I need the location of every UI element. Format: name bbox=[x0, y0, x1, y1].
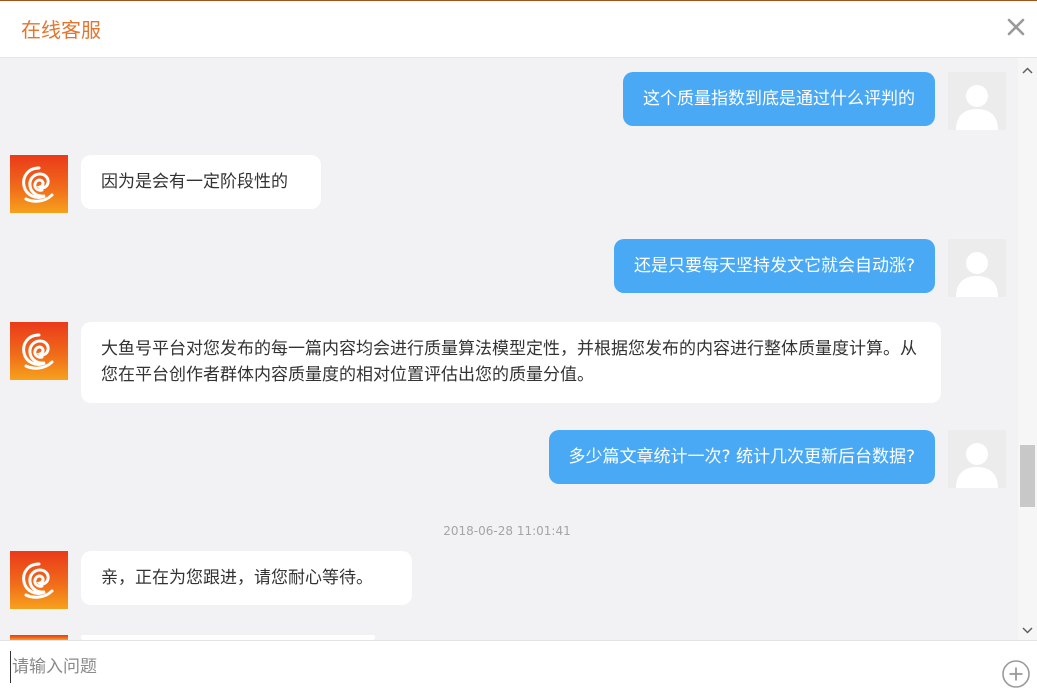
scroll-thumb[interactable] bbox=[1020, 445, 1035, 507]
user-avatar bbox=[948, 72, 1006, 130]
agent-avatar bbox=[10, 322, 68, 380]
user-avatar bbox=[948, 430, 1006, 488]
default-user-avatar-icon bbox=[956, 443, 998, 488]
input-bar bbox=[0, 640, 1037, 693]
message-text: 还是只要每天坚持发文它就会自动涨? bbox=[633, 256, 915, 276]
agent-avatar bbox=[10, 155, 68, 213]
chat-header: 在线客服 bbox=[0, 1, 1037, 58]
plus-circle-icon[interactable] bbox=[1001, 659, 1031, 689]
fish-logo-icon bbox=[22, 166, 54, 203]
message-timestamp: 2018-06-28 11:01:41 bbox=[443, 524, 571, 538]
default-user-avatar-icon bbox=[956, 252, 998, 297]
message-list[interactable]: 这个质量指数到底是通过什么评判的 因为是会有一定阶段性的 还是只要每天坚持发文它… bbox=[0, 58, 1037, 640]
user-message-bubble: 多少篇文章统计一次? 统计几次更新后台数据? bbox=[548, 430, 935, 484]
message-text: 亲，正在为您跟进，请您耐心等待。 bbox=[101, 568, 373, 588]
scroll-down-icon[interactable] bbox=[1018, 622, 1037, 636]
fish-logo-icon bbox=[22, 562, 54, 599]
question-input[interactable] bbox=[10, 651, 974, 683]
agent-message-bubble: 亲，正在为您跟进，请您耐心等待。 bbox=[81, 551, 412, 605]
agent-message-bubble: 因为是会有一定阶段性的 bbox=[81, 155, 321, 209]
message-scrollbar[interactable] bbox=[1018, 58, 1037, 640]
user-message-bubble: 还是只要每天坚持发文它就会自动涨? bbox=[613, 239, 935, 293]
message-text: 大鱼号平台对您发布的每一篇内容均会进行质量算法模型定性，并根据您发布的内容进行整… bbox=[101, 339, 917, 385]
fish-logo-icon bbox=[22, 333, 54, 370]
user-message-bubble: 这个质量指数到底是通过什么评判的 bbox=[623, 72, 935, 126]
scroll-up-icon[interactable] bbox=[1018, 63, 1037, 77]
chat-title: 在线客服 bbox=[21, 18, 101, 42]
close-icon[interactable] bbox=[1005, 16, 1027, 38]
default-user-avatar-icon bbox=[956, 85, 998, 130]
agent-avatar bbox=[10, 551, 68, 609]
message-text: 这个质量指数到底是通过什么评判的 bbox=[643, 89, 915, 109]
agent-message-bubble: 大鱼号平台对您发布的每一篇内容均会进行质量算法模型定性，并根据您发布的内容进行整… bbox=[81, 322, 941, 403]
message-text: 多少篇文章统计一次? 统计几次更新后台数据? bbox=[568, 447, 915, 467]
user-avatar bbox=[948, 239, 1006, 297]
message-text: 因为是会有一定阶段性的 bbox=[101, 172, 288, 192]
chat-window: 在线客服 这个质量指数到底是通过什么评判的 因为是会有一定阶段性的 还是只要每天… bbox=[0, 0, 1037, 693]
